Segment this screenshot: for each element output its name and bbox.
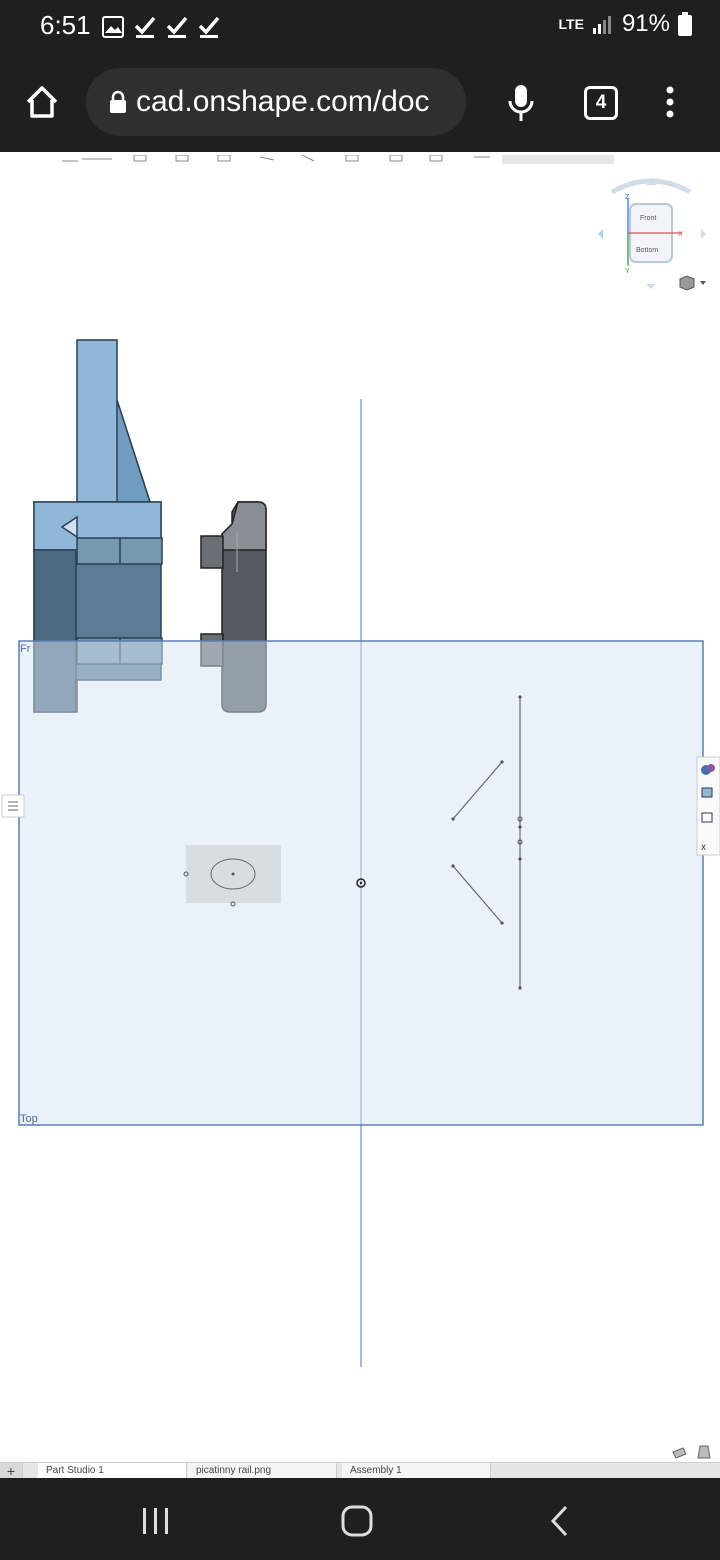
svg-text:x: x — [701, 842, 706, 853]
view-cube-front: Front — [640, 215, 656, 222]
signal-icon — [592, 16, 611, 34]
more-options-icon[interactable] — [664, 86, 676, 118]
tab-part-studio[interactable]: Part Studio 1 — [38, 1463, 187, 1479]
tab-label: Part Studio 1 — [46, 1465, 104, 1476]
battery-percent: 91% — [621, 10, 670, 37]
tab-label: picatinny rail.png — [196, 1465, 272, 1476]
axis-z-label: Z — [625, 194, 630, 201]
tab-picatinny-rail[interactable]: picatinny rail.png — [188, 1463, 337, 1479]
feature-list-toggle[interactable] — [1, 794, 25, 818]
view-cube[interactable]: Front Bottom Z X Y — [598, 178, 706, 291]
bottom-right-icons[interactable] — [672, 1445, 711, 1459]
url-text: cad.onshape.com/doc — [136, 85, 430, 118]
home-nav-icon[interactable] — [340, 1504, 374, 1538]
tab-assembly[interactable]: Assembly 1 — [342, 1463, 491, 1479]
view-cube-bottom: Bottom — [636, 247, 658, 254]
microphone-icon[interactable] — [506, 84, 536, 122]
android-nav-bar — [0, 1478, 720, 1560]
right-tool-icons[interactable]: x — [696, 756, 720, 856]
lock-icon — [110, 90, 126, 113]
document-tabs: + Part Studio 1 picatinny rail.png Assem… — [0, 1462, 720, 1479]
add-tab-button[interactable]: + — [0, 1463, 23, 1479]
status-right-group: LTE 91% — [559, 10, 692, 38]
battery-icon — [678, 12, 692, 36]
plane-label-front: Fr — [20, 643, 31, 655]
home-icon[interactable] — [24, 84, 60, 120]
view-cube-menu-icon — [679, 275, 695, 291]
image-notification-icon — [102, 16, 124, 38]
status-time: 6:51 — [40, 10, 91, 40]
check-notifications-icon — [134, 16, 220, 38]
tab-label: Assembly 1 — [350, 1465, 402, 1476]
recent-apps-icon[interactable] — [140, 1506, 172, 1536]
axis-x-label: X — [678, 231, 683, 238]
viewport-canvas[interactable]: Fr Top Front Bottom Z X Y x — [0, 152, 720, 1477]
axis-y-label: Y — [625, 268, 630, 275]
status-bar: 6:51 LTE 91% — [0, 0, 720, 52]
back-icon[interactable] — [548, 1504, 570, 1538]
tab-switcher-button[interactable]: 4 — [584, 86, 618, 120]
onshape-viewport[interactable]: Fr Top Front Bottom Z X Y x — [0, 152, 720, 1477]
address-bar[interactable]: cad.onshape.com/doc — [86, 68, 466, 136]
plane-label-top: Top — [20, 1113, 38, 1125]
network-type: LTE — [558, 16, 584, 32]
